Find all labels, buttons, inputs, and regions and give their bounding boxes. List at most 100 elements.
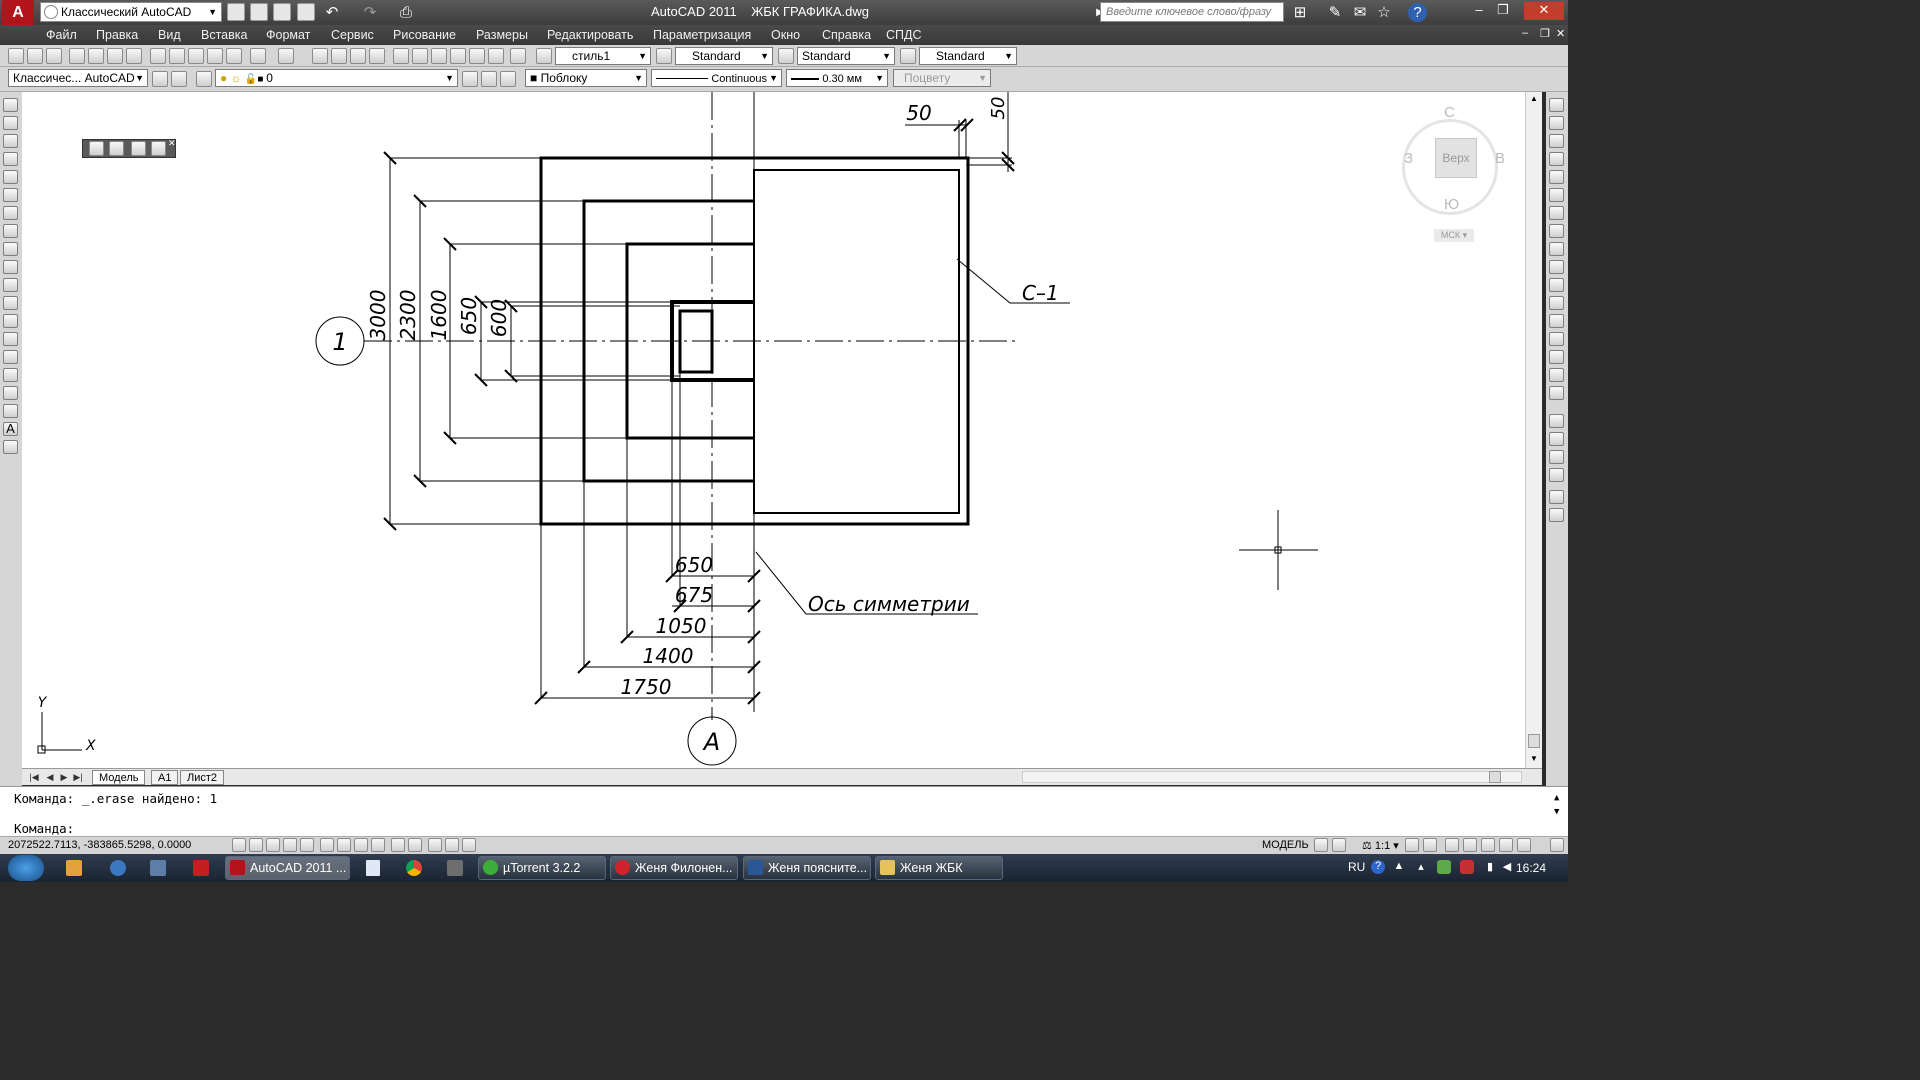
grid-icon[interactable]	[266, 838, 280, 852]
polar-icon[interactable]	[300, 838, 314, 852]
menu-dimension[interactable]: Размеры	[476, 28, 528, 42]
text-style-icon[interactable]	[536, 48, 552, 64]
undo-icon[interactable]: ↶	[322, 3, 342, 22]
h-scroll-thumb[interactable]	[1489, 771, 1501, 783]
chamfer-icon[interactable]	[1549, 350, 1564, 364]
layer-select[interactable]: ● ☼ 🔓■ 0 ▼	[215, 69, 458, 87]
doc-restore-button[interactable]: ❐	[1540, 27, 1550, 40]
draworder-front-icon[interactable]	[1549, 414, 1564, 428]
viewcube-west[interactable]: З	[1404, 150, 1413, 167]
viewcube-face[interactable]: Верх	[1435, 138, 1477, 178]
help-icon[interactable]: ?	[1408, 3, 1427, 22]
ducs-icon[interactable]	[371, 838, 385, 852]
tray-app-icon[interactable]	[1437, 860, 1451, 874]
hatch-back-icon[interactable]	[1549, 508, 1564, 522]
point-icon[interactable]	[3, 332, 18, 346]
menu-modify[interactable]: Редактировать	[547, 28, 633, 42]
paste-icon[interactable]	[188, 48, 204, 64]
construction-line-icon[interactable]	[3, 116, 18, 130]
array-icon[interactable]	[1549, 170, 1564, 184]
quick-view-drawings-icon[interactable]	[1332, 838, 1346, 852]
save-icon[interactable]	[46, 48, 62, 64]
break-icon[interactable]	[1549, 314, 1564, 328]
explorer-icon[interactable]	[150, 860, 166, 876]
auto-scale-icon[interactable]	[1423, 838, 1437, 852]
layer-state-icon[interactable]	[500, 71, 516, 87]
menu-parametric[interactable]: Параметризация	[653, 28, 751, 42]
redo-icon[interactable]: ↷	[360, 3, 380, 22]
cut-icon[interactable]	[150, 48, 166, 64]
preview-icon[interactable]	[88, 48, 104, 64]
polygon-icon[interactable]	[3, 152, 18, 166]
workspace-select[interactable]: Классичес... AutoCAD ▼	[8, 69, 148, 87]
floating-tool-3-icon[interactable]	[131, 141, 146, 156]
3d-osnap-icon[interactable]	[337, 838, 351, 852]
next-tab-icon[interactable]: ▶	[58, 771, 70, 783]
new-file-icon[interactable]	[227, 3, 245, 21]
block-editor-icon[interactable]	[226, 48, 242, 64]
qnew-icon[interactable]	[8, 48, 24, 64]
open-icon[interactable]	[27, 48, 43, 64]
annotation-visibility-icon[interactable]	[1405, 838, 1419, 852]
scale-icon[interactable]	[1549, 224, 1564, 238]
markup-icon[interactable]	[469, 48, 485, 64]
calculator-icon[interactable]	[488, 48, 504, 64]
add-selected-icon[interactable]	[3, 440, 18, 454]
scroll-down-icon[interactable]: ▼	[1530, 754, 1538, 763]
workspace-settings-icon[interactable]	[152, 71, 168, 87]
multiline-text-icon[interactable]: A	[3, 422, 18, 436]
clock[interactable]: 16:24	[1516, 861, 1546, 875]
task-word[interactable]: Женя поясните...	[743, 856, 871, 880]
lineweight-select[interactable]: 0.30 мм ▼	[786, 69, 888, 87]
mirror-icon[interactable]	[1549, 134, 1564, 148]
menu-tools[interactable]: Сервис	[331, 28, 374, 42]
workspace-switching-icon[interactable]	[1445, 838, 1459, 852]
quick-view-layouts-icon[interactable]	[1314, 838, 1328, 852]
zoom-previous-icon[interactable]	[369, 48, 385, 64]
customize-icon[interactable]	[171, 71, 187, 87]
plot-icon[interactable]	[69, 48, 85, 64]
doc-close-button[interactable]: ✕	[1556, 27, 1565, 40]
close-button[interactable]: ✕	[1524, 2, 1564, 20]
last-tab-icon[interactable]: ▶|	[72, 771, 84, 783]
dim-style-select[interactable]: Standard ▼	[675, 47, 773, 65]
copy-object-icon[interactable]	[1549, 116, 1564, 130]
redo-icon[interactable]	[278, 48, 294, 64]
make-current-layer-icon[interactable]	[462, 71, 478, 87]
language-indicator[interactable]: RU	[1348, 860, 1365, 874]
floating-tool-1-icon[interactable]	[89, 141, 104, 156]
extend-icon[interactable]	[1549, 278, 1564, 292]
menu-insert[interactable]: Вставка	[201, 28, 247, 42]
plot-icon[interactable]: ⎙	[396, 3, 416, 22]
task-folder[interactable]: Женя ЖБК	[875, 856, 1003, 880]
first-tab-icon[interactable]: |◀	[28, 771, 40, 783]
media-player-icon[interactable]	[66, 860, 82, 876]
command-prompt[interactable]: Команда:	[14, 821, 74, 836]
maximize-button[interactable]: ❐	[1490, 2, 1516, 20]
status-tray-icon[interactable]	[1517, 838, 1531, 852]
tools-icon[interactable]: ✎	[1325, 3, 1345, 22]
save-icon[interactable]	[273, 3, 291, 21]
fillet-icon[interactable]	[1549, 368, 1564, 382]
menu-window[interactable]: Окно	[771, 28, 800, 42]
notepad-icon[interactable]	[366, 860, 380, 876]
minimize-button[interactable]: –	[1466, 2, 1492, 20]
publish-icon[interactable]	[107, 48, 123, 64]
help-icon[interactable]	[510, 48, 526, 64]
tray-expand-icon[interactable]: ▲	[1392, 860, 1406, 874]
design-center-icon[interactable]	[412, 48, 428, 64]
text-front-icon[interactable]	[1549, 490, 1564, 504]
media-icon[interactable]	[447, 860, 463, 876]
viewcube[interactable]: С Ю З В Верх МСК ▾	[1395, 104, 1507, 244]
make-block-icon[interactable]	[3, 314, 18, 328]
cmd-scroll-up-icon[interactable]: ▲	[1554, 793, 1559, 803]
tab-model[interactable]: Модель	[92, 770, 146, 785]
communication-icon[interactable]: ✉	[1350, 3, 1370, 22]
menu-view[interactable]: Вид	[158, 28, 181, 42]
rectangle-icon[interactable]	[3, 170, 18, 184]
signal-icon[interactable]: ▮	[1483, 860, 1497, 874]
tab-sheet2[interactable]: Лист2	[180, 770, 225, 785]
viewcube-south[interactable]: Ю	[1444, 196, 1459, 213]
ortho-icon[interactable]	[283, 838, 297, 852]
autocad-logo-icon[interactable]: A	[2, 0, 34, 25]
